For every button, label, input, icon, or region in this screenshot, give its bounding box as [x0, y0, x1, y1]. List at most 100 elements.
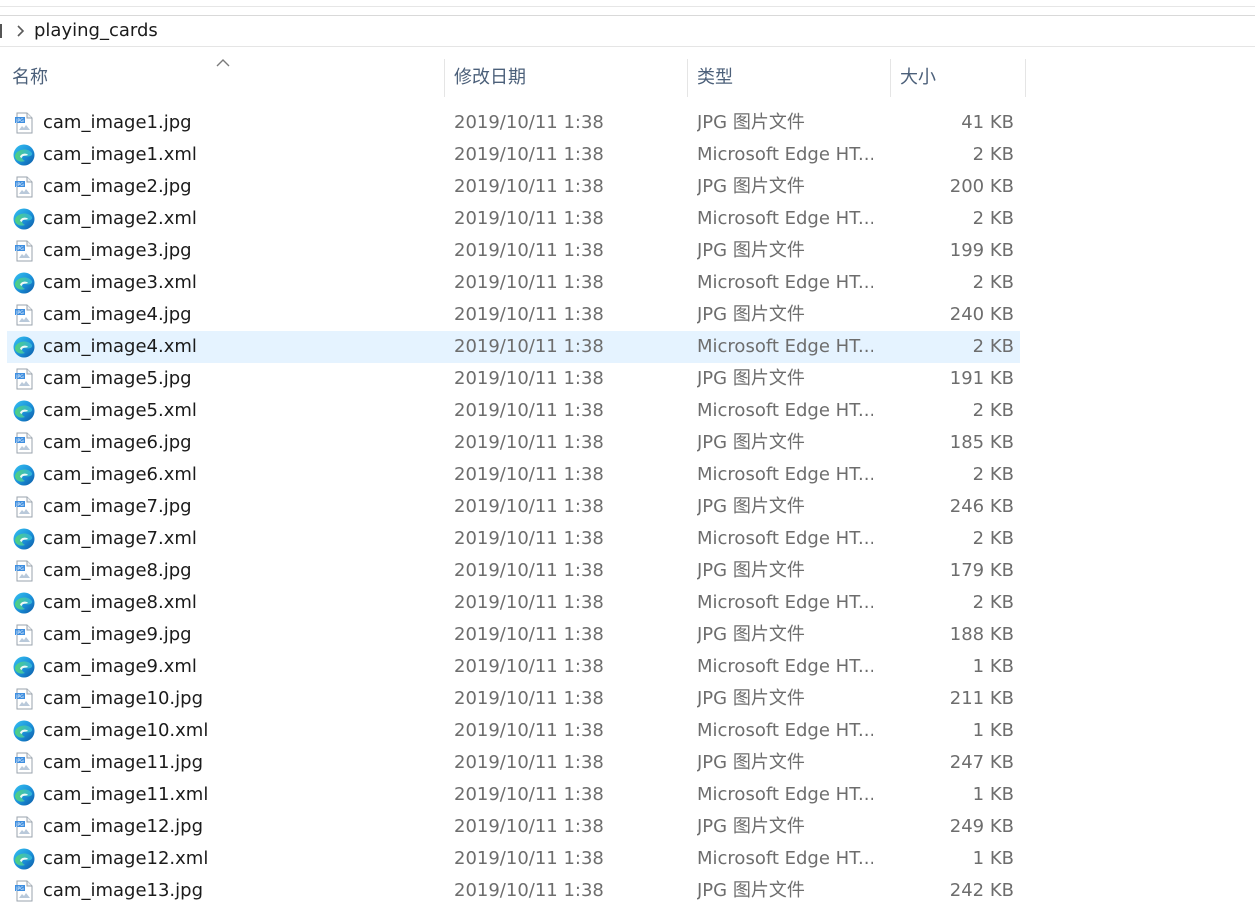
file-row[interactable]: JPG cam_image1.jpg 2019/10/11 1:38 JPG 图片文件… — [7, 107, 1020, 139]
file-name: cam_image8.xml — [43, 592, 197, 613]
file-type: JPG 图片文件 — [697, 816, 805, 837]
edge-document-icon — [12, 656, 36, 678]
file-size: 247 KB — [949, 752, 1014, 773]
file-type: JPG 图片文件 — [697, 368, 805, 389]
file-row[interactable]: JPG cam_image2.jpg 2019/10/11 1:38 JPG 图片文件… — [7, 171, 1020, 203]
file-row[interactable]: cam_image6.xml 2019/10/11 1:38 Microsoft E… — [7, 459, 1020, 491]
file-row[interactable]: JPG cam_image8.jpg 2019/10/11 1:38 JPG 图片文件… — [7, 555, 1020, 587]
file-type: Microsoft Edge HT... — [697, 784, 873, 805]
file-size: 1 KB — [972, 720, 1014, 741]
file-row[interactable]: JPG cam_image12.jpg 2019/10/11 1:38 JPG 图片文… — [7, 811, 1020, 843]
file-size: 2 KB — [972, 208, 1014, 229]
file-type: JPG 图片文件 — [697, 432, 805, 453]
jpg-file-icon: JPG — [12, 304, 36, 326]
file-row[interactable]: cam_image11.xml 2019/10/11 1:38 Microsoft … — [7, 779, 1020, 811]
file-name: cam_image8.jpg — [43, 560, 192, 581]
file-date: 2019/10/11 1:38 — [454, 688, 604, 709]
breadcrumb-previous-fragment[interactable] — [0, 24, 3, 38]
file-size: 1 KB — [972, 848, 1014, 869]
file-type: JPG 图片文件 — [697, 240, 805, 261]
file-name: cam_image11.jpg — [43, 752, 204, 773]
jpg-file-icon: JPG — [12, 496, 36, 518]
file-size: 211 KB — [949, 688, 1014, 709]
file-date: 2019/10/11 1:38 — [454, 144, 604, 165]
file-date: 2019/10/11 1:38 — [454, 496, 604, 517]
file-type: Microsoft Edge HT... — [697, 720, 873, 741]
edge-document-icon — [12, 400, 36, 422]
file-date: 2019/10/11 1:38 — [454, 752, 604, 773]
jpg-file-icon: JPG — [12, 880, 36, 902]
file-row[interactable]: cam_image8.xml 2019/10/11 1:38 Microsoft E… — [7, 587, 1020, 619]
file-list: JPG cam_image1.jpg 2019/10/11 1:38 JPG 图片文件… — [0, 107, 1030, 907]
file-type: JPG 图片文件 — [697, 624, 805, 645]
svg-text:JPG: JPG — [15, 758, 24, 764]
file-row[interactable]: cam_image12.xml 2019/10/11 1:38 Microsoft … — [7, 843, 1020, 875]
column-header-date-label: 修改日期 — [454, 67, 526, 88]
file-row[interactable]: JPG cam_image4.jpg 2019/10/11 1:38 JPG 图片文件… — [7, 299, 1020, 331]
file-type: Microsoft Edge HT... — [697, 848, 873, 869]
file-row[interactable]: cam_image10.xml 2019/10/11 1:38 Microsoft … — [7, 715, 1020, 747]
address-bar[interactable]: playing_cards — [0, 15, 1255, 47]
svg-text:JPG: JPG — [15, 118, 24, 124]
file-row[interactable]: cam_image2.xml 2019/10/11 1:38 Microsoft E… — [7, 203, 1020, 235]
file-size: 1 KB — [972, 784, 1014, 805]
file-type: JPG 图片文件 — [697, 176, 805, 197]
file-size: 2 KB — [972, 272, 1014, 293]
jpg-file-icon: JPG — [12, 624, 36, 646]
jpg-file-icon: JPG — [12, 240, 36, 262]
file-type: Microsoft Edge HT... — [697, 272, 873, 293]
svg-text:JPG: JPG — [15, 566, 24, 572]
file-name: cam_image7.jpg — [43, 496, 192, 517]
file-date: 2019/10/11 1:38 — [454, 240, 604, 261]
file-row[interactable]: cam_image7.xml 2019/10/11 1:38 Microsoft E… — [7, 523, 1020, 555]
column-header-date[interactable]: 修改日期 — [445, 57, 688, 99]
file-type: JPG 图片文件 — [697, 496, 805, 517]
file-date: 2019/10/11 1:38 — [454, 816, 604, 837]
file-row[interactable]: JPG cam_image10.jpg 2019/10/11 1:38 JPG 图片文… — [7, 683, 1020, 715]
file-type: Microsoft Edge HT... — [697, 208, 873, 229]
file-row[interactable]: JPG cam_image11.jpg 2019/10/11 1:38 JPG 图片文… — [7, 747, 1020, 779]
file-name: cam_image2.xml — [43, 208, 197, 229]
file-name: cam_image4.xml — [43, 336, 197, 357]
file-row[interactable]: JPG cam_image5.jpg 2019/10/11 1:38 JPG 图片文件… — [7, 363, 1020, 395]
file-row[interactable]: cam_image9.xml 2019/10/11 1:38 Microsoft E… — [7, 651, 1020, 683]
chevron-right-icon[interactable] — [12, 23, 28, 39]
breadcrumb-current-folder[interactable]: playing_cards — [34, 21, 158, 41]
file-row[interactable]: cam_image3.xml 2019/10/11 1:38 Microsoft E… — [7, 267, 1020, 299]
file-row[interactable]: JPG cam_image7.jpg 2019/10/11 1:38 JPG 图片文件… — [7, 491, 1020, 523]
file-type: JPG 图片文件 — [697, 560, 805, 581]
file-type: JPG 图片文件 — [697, 688, 805, 709]
file-date: 2019/10/11 1:38 — [454, 848, 604, 869]
file-size: 2 KB — [972, 400, 1014, 421]
file-date: 2019/10/11 1:38 — [454, 176, 604, 197]
file-date: 2019/10/11 1:38 — [454, 560, 604, 581]
jpg-file-icon: JPG — [12, 368, 36, 390]
file-date: 2019/10/11 1:38 — [454, 784, 604, 805]
file-type: Microsoft Edge HT... — [697, 656, 873, 677]
file-date: 2019/10/11 1:38 — [454, 112, 604, 133]
file-type: Microsoft Edge HT... — [697, 144, 873, 165]
edge-document-icon — [12, 848, 36, 870]
file-date: 2019/10/11 1:38 — [454, 272, 604, 293]
file-type: Microsoft Edge HT... — [697, 464, 873, 485]
file-row[interactable]: JPG cam_image9.jpg 2019/10/11 1:38 JPG 图片文件… — [7, 619, 1020, 651]
file-date: 2019/10/11 1:38 — [454, 400, 604, 421]
svg-text:JPG: JPG — [15, 630, 24, 636]
file-name: cam_image12.jpg — [43, 816, 204, 837]
file-row[interactable]: JPG cam_image6.jpg 2019/10/11 1:38 JPG 图片文件… — [7, 427, 1020, 459]
file-name: cam_image12.xml — [43, 848, 209, 869]
column-header-type[interactable]: 类型 — [688, 57, 891, 99]
file-row[interactable]: cam_image1.xml 2019/10/11 1:38 Microsoft E… — [7, 139, 1020, 171]
file-row[interactable]: cam_image5.xml 2019/10/11 1:38 Microsoft E… — [7, 395, 1020, 427]
file-type: JPG 图片文件 — [697, 112, 805, 133]
file-name: cam_image10.jpg — [43, 688, 204, 709]
file-row[interactable]: cam_image4.xml 2019/10/11 1:38 Microsoft E… — [7, 331, 1020, 363]
file-row[interactable]: JPG cam_image13.jpg 2019/10/11 1:38 JPG 图片文… — [7, 875, 1020, 907]
file-size: 188 KB — [949, 624, 1014, 645]
column-resize-handle[interactable] — [1025, 59, 1026, 97]
edge-document-icon — [12, 592, 36, 614]
column-header-name[interactable]: 名称 — [0, 57, 445, 99]
column-header-size[interactable]: 大小 — [891, 57, 1026, 99]
file-type: Microsoft Edge HT... — [697, 336, 873, 357]
file-row[interactable]: JPG cam_image3.jpg 2019/10/11 1:38 JPG 图片文件… — [7, 235, 1020, 267]
